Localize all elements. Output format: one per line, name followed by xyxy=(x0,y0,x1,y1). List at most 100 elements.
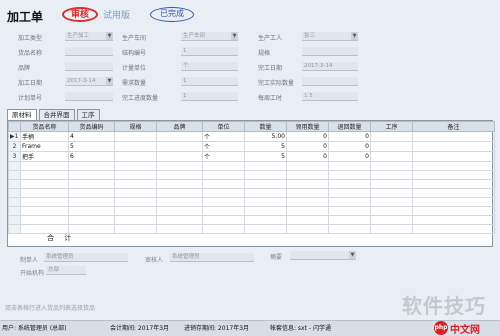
cell-spec[interactable] xyxy=(114,224,157,234)
cell-spec[interactable] xyxy=(114,179,157,189)
cell-qty[interactable]: 5 xyxy=(244,151,287,162)
cell-process[interactable] xyxy=(370,141,413,152)
maker-field[interactable]: 系统管理员 xyxy=(44,253,128,262)
cell-qty[interactable]: 5 xyxy=(244,141,287,152)
table-row[interactable]: 2 Frame 5 个 5 0 0 xyxy=(8,141,495,152)
chevron-down-icon[interactable]: ▼ xyxy=(349,251,356,259)
form-row3-field-1[interactable]: 个 xyxy=(181,62,238,71)
form-row1-field-2[interactable]: 张三 ▼ xyxy=(302,32,358,41)
cell-used[interactable] xyxy=(286,215,329,225)
form-row4-field-0[interactable]: 2017-3-14 ▼ xyxy=(65,77,113,86)
cell-unit[interactable] xyxy=(202,161,245,171)
table-row[interactable] xyxy=(8,206,495,216)
approver-field[interactable]: 总部 xyxy=(46,266,86,275)
cell-unit[interactable]: 个 xyxy=(202,141,245,152)
cell-name[interactable] xyxy=(20,188,69,198)
cell-code[interactable] xyxy=(68,197,115,207)
table-row[interactable] xyxy=(8,161,495,171)
form-row3-field-2[interactable]: 2017-3-14 xyxy=(302,62,358,71)
cell-returned[interactable] xyxy=(328,170,371,180)
cell-returned[interactable]: 0 xyxy=(328,151,371,162)
cell-returned[interactable] xyxy=(328,179,371,189)
table-row[interactable] xyxy=(8,170,495,180)
table-row[interactable] xyxy=(8,224,495,234)
cell-used[interactable] xyxy=(286,206,329,216)
table-row[interactable] xyxy=(8,188,495,198)
cell-used[interactable]: 0 xyxy=(286,151,329,162)
cell-note[interactable] xyxy=(412,141,495,152)
form-row4-field-2[interactable] xyxy=(302,77,358,86)
col-header-brand[interactable]: 品牌 xyxy=(156,121,203,132)
cell-returned[interactable] xyxy=(328,224,371,234)
cell-used[interactable]: 0 xyxy=(286,141,329,152)
col-header-used[interactable]: 领用数量 xyxy=(286,121,329,132)
cell-used[interactable] xyxy=(286,170,329,180)
cell-code[interactable] xyxy=(68,215,115,225)
cell-used[interactable] xyxy=(286,197,329,207)
cell-qty[interactable] xyxy=(244,179,287,189)
cell-process[interactable] xyxy=(370,197,413,207)
cell-spec[interactable] xyxy=(114,141,157,152)
cell-unit[interactable] xyxy=(202,179,245,189)
form-row1-field-0[interactable]: 生产加工 ▼ xyxy=(65,32,113,41)
cell-spec[interactable] xyxy=(114,151,157,162)
col-header-returned[interactable]: 退回数量 xyxy=(328,121,371,132)
cell-unit[interactable] xyxy=(202,170,245,180)
cell-process[interactable] xyxy=(370,215,413,225)
cell-returned[interactable]: 0 xyxy=(328,141,371,152)
cell-code[interactable]: 5 xyxy=(68,141,115,152)
cell-spec[interactable] xyxy=(114,170,157,180)
cell-unit[interactable] xyxy=(202,206,245,216)
cell-spec[interactable] xyxy=(114,206,157,216)
cell-brand[interactable] xyxy=(156,206,203,216)
cell-qty[interactable] xyxy=(244,188,287,198)
cell-process[interactable] xyxy=(370,170,413,180)
cell-unit[interactable] xyxy=(202,197,245,207)
cell-brand[interactable] xyxy=(156,141,203,152)
cell-used[interactable] xyxy=(286,188,329,198)
cell-process[interactable] xyxy=(370,224,413,234)
cell-process[interactable] xyxy=(370,179,413,189)
form-row5-field-1[interactable]: 1 xyxy=(181,92,238,101)
col-header-name[interactable]: 货品名称 xyxy=(20,121,69,132)
cell-unit[interactable] xyxy=(202,188,245,198)
cell-note[interactable] xyxy=(412,215,495,225)
cell-name[interactable] xyxy=(20,161,69,171)
tab-process[interactable]: 工序 xyxy=(76,109,100,120)
chevron-down-icon[interactable]: ▼ xyxy=(106,77,113,85)
form-row1-field-1[interactable]: 生产车间 ▼ xyxy=(181,32,238,41)
cell-note[interactable] xyxy=(412,197,495,207)
cell-name[interactable] xyxy=(20,197,69,207)
cell-qty[interactable] xyxy=(244,197,287,207)
cell-code[interactable]: 4 xyxy=(68,131,115,142)
cell-spec[interactable] xyxy=(114,215,157,225)
form-row3-field-0[interactable] xyxy=(65,62,113,71)
cell-process[interactable] xyxy=(370,131,413,142)
cell-brand[interactable] xyxy=(156,151,203,162)
remark-field[interactable]: ▼ xyxy=(290,251,356,260)
col-header-code[interactable]: 货品编码 xyxy=(68,121,115,132)
cell-unit[interactable]: 个 xyxy=(202,151,245,162)
chevron-down-icon[interactable]: ▼ xyxy=(106,32,113,40)
cell-returned[interactable] xyxy=(328,161,371,171)
cell-qty[interactable] xyxy=(244,215,287,225)
cell-returned[interactable] xyxy=(328,215,371,225)
cell-brand[interactable] xyxy=(156,161,203,171)
cell-note[interactable] xyxy=(412,170,495,180)
cell-note[interactable] xyxy=(412,188,495,198)
cell-qty[interactable] xyxy=(244,206,287,216)
cell-brand[interactable] xyxy=(156,170,203,180)
cell-code[interactable] xyxy=(68,188,115,198)
cell-note[interactable] xyxy=(412,151,495,162)
cell-name[interactable]: Frame xyxy=(20,141,69,152)
tab-merged[interactable]: 合并界面 xyxy=(38,109,75,120)
cell-process[interactable] xyxy=(370,161,413,171)
chevron-down-icon[interactable]: ▼ xyxy=(351,32,358,40)
cell-name[interactable]: 把手 xyxy=(20,151,69,162)
form-row5-field-2[interactable]: 1.5 xyxy=(302,92,358,101)
cell-code[interactable] xyxy=(68,170,115,180)
cell-note[interactable] xyxy=(412,131,495,142)
form-row4-field-1[interactable]: 1 xyxy=(181,77,238,86)
cell-name[interactable] xyxy=(20,206,69,216)
cell-returned[interactable] xyxy=(328,197,371,207)
